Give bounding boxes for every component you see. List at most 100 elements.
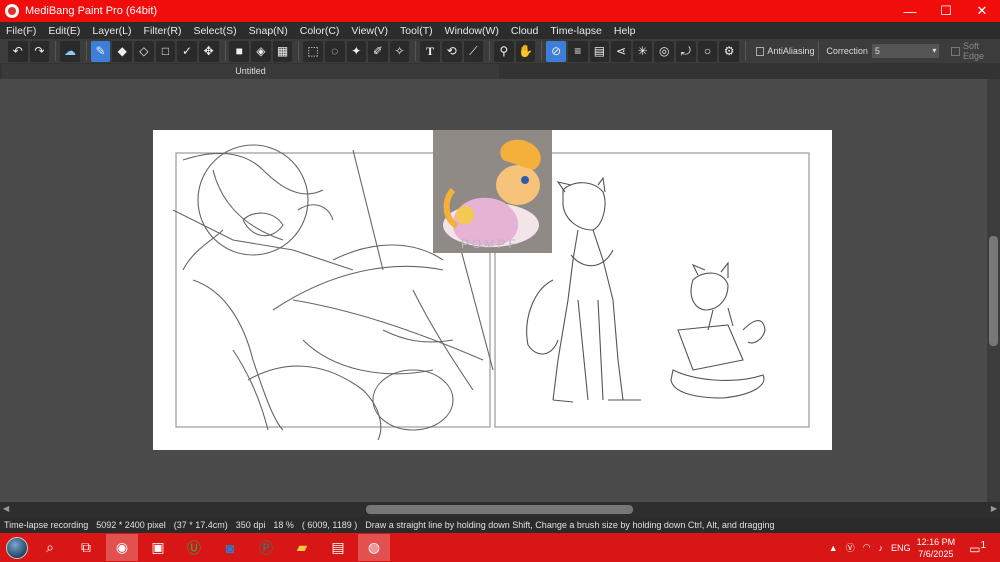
scroll-left-arrow[interactable]: ◀ xyxy=(3,504,9,513)
eraser-alt-tool-button[interactable]: ◇ xyxy=(134,40,154,62)
vertical-scroll-thumb[interactable] xyxy=(989,236,998,346)
medibang-taskbar-icon[interactable]: ◍ xyxy=(358,534,390,561)
menu-edit[interactable]: Edit(E) xyxy=(42,25,86,37)
store-icon[interactable]: ▣ xyxy=(142,534,174,561)
status-size-px: 5092 * 2400 pixel xyxy=(96,520,166,530)
menu-timelapse[interactable]: Time-lapse xyxy=(544,25,608,37)
tray-expand-icon[interactable]: ▲ xyxy=(829,543,838,553)
chrome-icon[interactable]: ◉ xyxy=(106,534,138,561)
parallel-snap-button[interactable]: ≡ xyxy=(567,40,588,62)
clock[interactable]: 12:16 PM 7/6/2025 xyxy=(917,536,956,560)
toolbar-divider xyxy=(224,41,226,61)
snap-settings-button[interactable]: ⚙ xyxy=(719,40,739,62)
menu-bar: File(F) Edit(E) Layer(L) Filter(R) Selec… xyxy=(0,22,1000,39)
cloud-icon[interactable]: ☁ xyxy=(60,40,80,62)
circle-snap-button[interactable]: ○ xyxy=(697,40,718,62)
toolbar-divider xyxy=(744,41,746,61)
status-zoom: 18 % xyxy=(273,520,294,530)
select-eraser-tool-button[interactable]: ✧ xyxy=(389,40,410,62)
menu-help[interactable]: Help xyxy=(608,25,642,37)
curve-snap-button[interactable]: ⤾ xyxy=(676,40,696,62)
menu-view[interactable]: View(V) xyxy=(345,25,394,37)
magic-wand-tool-button[interactable]: ✦ xyxy=(346,40,367,62)
toolbar-divider xyxy=(55,41,57,61)
text-tool-button[interactable]: T xyxy=(420,40,440,62)
gradient-tool-button[interactable]: ▦ xyxy=(272,40,293,62)
search-icon[interactable]: ⌕ xyxy=(34,534,66,561)
menu-snap[interactable]: Snap(N) xyxy=(243,25,294,37)
radial-snap-button[interactable]: ✳ xyxy=(632,40,653,62)
menu-tool[interactable]: Tool(T) xyxy=(394,25,439,37)
redo-button[interactable]: ↷ xyxy=(29,40,50,62)
menu-file[interactable]: File(F) xyxy=(0,25,42,37)
notification-icon[interactable]: ▭1 xyxy=(969,540,986,556)
lasso-tool-button[interactable]: ◌ xyxy=(324,40,345,62)
shape-tool-button[interactable]: □ xyxy=(155,40,176,62)
folder-icon[interactable]: ▰ xyxy=(286,534,318,561)
horizontal-scrollbar[interactable]: ◀ ▶ xyxy=(0,502,1000,517)
toolbar-divider xyxy=(489,41,491,61)
volume-icon[interactable]: ♪ xyxy=(879,543,884,553)
vertical-scrollbar[interactable] xyxy=(987,79,1000,502)
menu-window[interactable]: Window(W) xyxy=(439,25,505,37)
notification-count: 1 xyxy=(980,539,986,551)
hand-tool-button[interactable]: ✋ xyxy=(515,40,536,62)
toolbar-divider xyxy=(415,41,417,61)
brush-tool-button[interactable]: ✎ xyxy=(90,40,111,62)
concentric-snap-button[interactable]: ◎ xyxy=(654,40,675,62)
minimize-button[interactable]: — xyxy=(892,0,928,22)
divide-tool-button[interactable]: ⟋ xyxy=(463,40,484,62)
grid-snap-button[interactable]: ▤ xyxy=(589,40,610,62)
status-cursor: ( 6009, 1189 ) xyxy=(301,520,358,530)
language-indicator[interactable]: ENG xyxy=(891,543,911,553)
upwork-icon[interactable]: Ⓤ xyxy=(178,534,210,561)
menu-select[interactable]: Select(S) xyxy=(187,25,242,37)
publisher-icon[interactable]: Ⓟ xyxy=(250,534,282,561)
status-dpi: 350 dpi xyxy=(235,520,266,530)
eyedropper-tool-button[interactable]: ⚲ xyxy=(494,40,514,62)
svg-text:POMPF: POMPF xyxy=(461,237,519,251)
reference-image: POMPF xyxy=(433,130,552,253)
antialiasing-label: AntiAliasing xyxy=(767,46,815,56)
correction-select[interactable]: 5 xyxy=(871,44,940,58)
eraser-tool-button[interactable]: ◆ xyxy=(112,40,132,62)
soft-edge-checkbox[interactable] xyxy=(951,46,960,56)
move-tool-button[interactable]: ✥ xyxy=(198,40,219,62)
antialiasing-checkbox[interactable] xyxy=(755,46,765,56)
medibang-app-icon xyxy=(5,4,19,18)
bucket-tool-button[interactable]: ◈ xyxy=(251,40,271,62)
toolbar-divider xyxy=(818,41,820,61)
calendar-icon[interactable]: ▤ xyxy=(322,534,354,561)
system-tray: ▲ Ⓥ ◠ ♪ ENG 12:16 PM 7/6/2025 ▭1 xyxy=(829,533,1000,562)
fill-rect-tool-button[interactable]: ■ xyxy=(229,40,250,62)
tray-app-icon[interactable]: Ⓥ xyxy=(846,541,855,554)
scroll-right-arrow[interactable]: ▶ xyxy=(991,504,997,513)
operation-tool-button[interactable]: ⟲ xyxy=(441,40,462,62)
menu-layer[interactable]: Layer(L) xyxy=(86,25,137,37)
snap-off-button[interactable]: ⊘ xyxy=(546,40,566,62)
taskbar: ⌕ ⧉ ◉ ▣ Ⓤ ◙ Ⓟ ▰ ▤ ◍ ▲ Ⓥ ◠ ♪ ENG 12:16 PM… xyxy=(0,533,1000,562)
windows-logo-icon xyxy=(6,536,28,559)
title-bar: MediBang Paint Pro (64bit) — ☐ ✕ xyxy=(0,0,1000,22)
drawing-canvas[interactable]: POMPF xyxy=(153,130,832,450)
window-controls: — ☐ ✕ xyxy=(892,0,1000,22)
dot-tool-button[interactable]: ✓ xyxy=(177,40,197,62)
close-button[interactable]: ✕ xyxy=(964,0,1000,22)
status-size-cm: (37 * 17.4cm) xyxy=(173,520,228,530)
menu-color[interactable]: Color(C) xyxy=(294,25,346,37)
task-view-icon[interactable]: ⧉ xyxy=(70,534,102,561)
select-tool-button[interactable]: ⬚ xyxy=(303,40,323,62)
document-tab[interactable]: Untitled xyxy=(2,64,499,79)
select-pen-tool-button[interactable]: ✐ xyxy=(368,40,388,62)
maximize-button[interactable]: ☐ xyxy=(928,0,964,22)
wifi-icon[interactable]: ◠ xyxy=(863,542,871,553)
undo-button[interactable]: ↶ xyxy=(8,40,28,62)
outlook-icon[interactable]: ◙ xyxy=(214,534,246,561)
canvas-area[interactable]: POMPF xyxy=(0,79,987,502)
horizontal-scroll-thumb[interactable] xyxy=(366,505,633,514)
menu-filter[interactable]: Filter(R) xyxy=(138,25,188,37)
menu-cloud[interactable]: Cloud xyxy=(505,25,544,37)
perspective-snap-button[interactable]: ⋖ xyxy=(611,40,631,62)
start-button[interactable] xyxy=(0,533,34,562)
toolbar-divider xyxy=(85,41,87,61)
